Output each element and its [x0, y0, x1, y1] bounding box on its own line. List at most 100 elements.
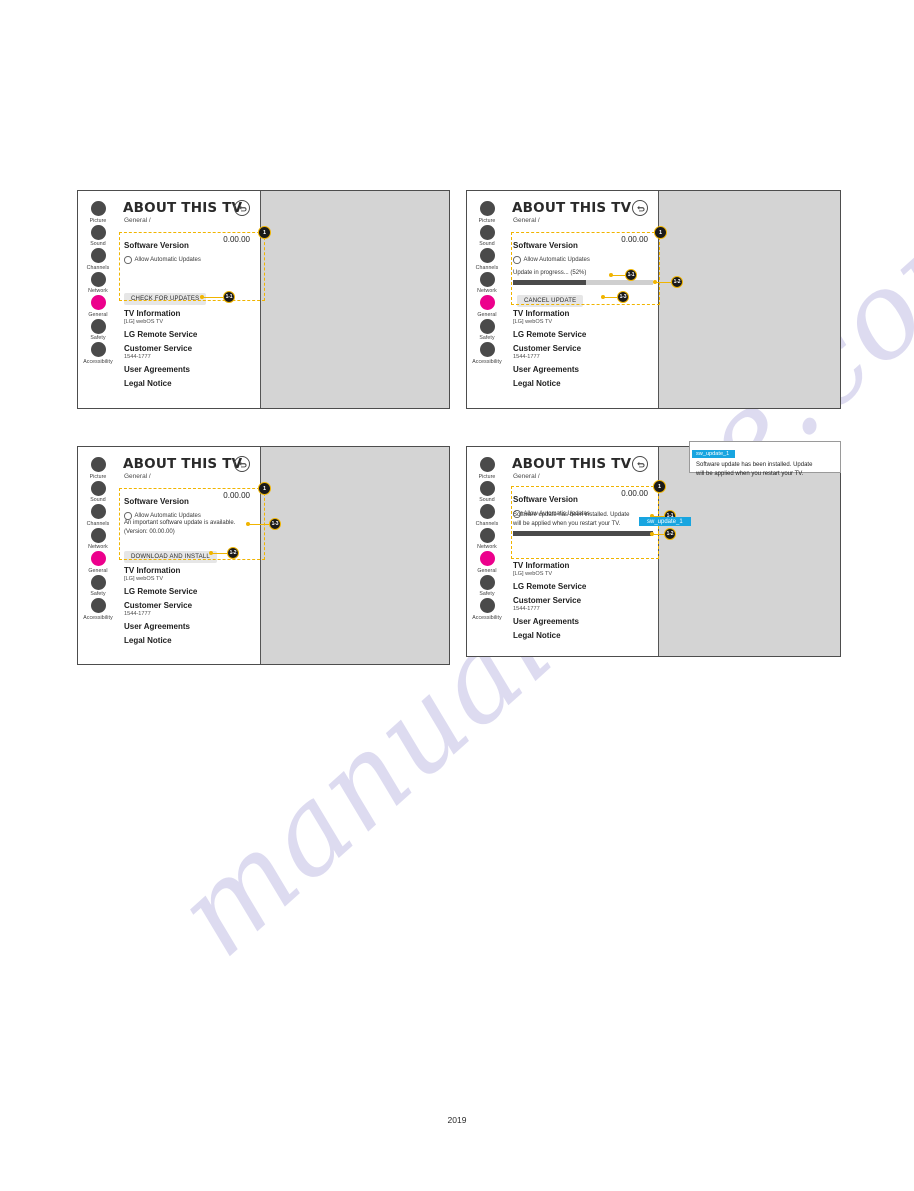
sidebar-item-label: Channels [86, 520, 110, 527]
menu-item-title: Customer Service [513, 596, 582, 605]
accessibility-icon [90, 598, 106, 613]
menu-item-customer-service[interactable]: Customer Service 1544-1777 [513, 596, 654, 613]
menu-item-user-agreements[interactable]: User Agreements [513, 365, 654, 375]
picture-icon [90, 201, 106, 216]
leader-dot [609, 273, 613, 277]
menu-item-lg-remote-service[interactable]: LG Remote Service [513, 582, 654, 592]
sidebar-item-channels[interactable]: Channels [467, 504, 507, 527]
menu-item-legal-notice[interactable]: Legal Notice [513, 631, 654, 641]
about-menu-list: TV Information [LG] webOS TV LG Remote S… [124, 566, 256, 650]
menu-item-title: LG Remote Service [513, 330, 587, 339]
sidebar-item-channels[interactable]: Channels [78, 248, 118, 271]
general-icon [90, 551, 106, 566]
menu-item-legal-notice[interactable]: Legal Notice [513, 379, 654, 389]
sidebar-item-picture[interactable]: Picture [467, 457, 507, 480]
sw-update-tooltip: sw_update_1 Software update has been ins… [689, 441, 841, 477]
sidebar-item-picture[interactable]: Picture [467, 201, 507, 224]
sidebar-item-network[interactable]: Network [467, 271, 507, 294]
allow-auto-updates-row[interactable]: Allow Automatic Updates [124, 256, 256, 264]
leader-dot [653, 280, 657, 284]
menu-item-subtitle: 1544-1777 [124, 611, 151, 617]
menu-item-title: Legal Notice [124, 379, 172, 388]
menu-item-user-agreements[interactable]: User Agreements [513, 617, 654, 627]
menu-item-customer-service[interactable]: Customer Service 1544-1777 [124, 344, 256, 361]
download-and-install-button[interactable]: DOWNLOAD AND INSTALL [124, 551, 217, 563]
accessibility-icon [479, 598, 495, 613]
menu-item-tv-information[interactable]: TV Information [LG] webOS TV [513, 561, 654, 578]
update-installed-note: Software update has been installed. Upda… [513, 511, 629, 528]
sidebar-item-accessibility[interactable]: Accessibility [78, 342, 118, 365]
about-menu-list: TV Information [LG] webOS TV LG Remote S… [124, 309, 256, 393]
software-version-value: 0.00.00 [621, 235, 648, 244]
menu-item-tv-information[interactable]: TV Information [LG] webOS TV [124, 309, 256, 326]
page-title: ABOUT THIS TV [512, 456, 632, 472]
sidebar-item-label: Safety [479, 335, 495, 341]
software-version-row: Software Version 0.00.00 Allow Automatic… [124, 491, 256, 520]
sidebar-item-network[interactable]: Network [78, 271, 118, 294]
sidebar-item-sound[interactable]: Sound [78, 480, 118, 503]
menu-item-legal-notice[interactable]: Legal Notice [124, 379, 256, 389]
sidebar-item-picture[interactable]: Picture [78, 201, 118, 224]
leader-dot [200, 295, 204, 299]
back-arrow-icon[interactable] [632, 456, 648, 472]
sidebar-item-safety[interactable]: Safety [467, 574, 507, 597]
sidebar-item-safety[interactable]: Safety [467, 318, 507, 341]
sidebar-item-sound[interactable]: Sound [467, 480, 507, 503]
sidebar-item-label: Sound [90, 497, 106, 503]
sidebar-item-sound[interactable]: Sound [78, 224, 118, 247]
sidebar-item-channels[interactable]: Channels [78, 504, 118, 527]
sidebar-item-general[interactable]: General [78, 295, 118, 318]
sound-icon [479, 224, 495, 240]
figure-panel-check-for-updates: Picture Sound Channels Network General S… [77, 190, 450, 409]
menu-item-title: TV Information [124, 566, 181, 575]
menu-item-customer-service[interactable]: Customer Service 1544-1777 [513, 344, 654, 361]
leader-dot [650, 532, 654, 536]
sidebar-item-channels[interactable]: Channels [467, 248, 507, 271]
breadcrumb: General / [513, 473, 540, 480]
cancel-update-button[interactable]: CANCEL UPDATE [517, 295, 584, 307]
menu-item-title: User Agreements [124, 365, 190, 374]
menu-item-title: Customer Service [124, 344, 193, 353]
page-footer: 2019 [447, 1115, 467, 1125]
sidebar-item-accessibility[interactable]: Accessibility [467, 598, 507, 621]
menu-item-customer-service[interactable]: Customer Service 1544-1777 [124, 601, 256, 618]
callout-badge-1: 1 [654, 226, 667, 239]
menu-item-lg-remote-service[interactable]: LG Remote Service [124, 330, 256, 340]
sidebar-item-picture[interactable]: Picture [78, 457, 118, 480]
sidebar-item-safety[interactable]: Safety [78, 574, 118, 597]
menu-item-tv-information[interactable]: TV Information [LG] webOS TV [513, 309, 654, 326]
update-progress-bar [513, 531, 653, 536]
menu-item-title: Customer Service [124, 601, 193, 610]
sidebar-item-accessibility[interactable]: Accessibility [78, 598, 118, 621]
menu-item-subtitle: 1544-1777 [513, 606, 540, 612]
allow-auto-updates-row[interactable]: Allow Automatic Updates [513, 256, 654, 264]
check-for-updates-button[interactable]: CHECK FOR UPDATES [124, 293, 207, 305]
back-arrow-icon[interactable] [234, 200, 250, 216]
settings-content: ABOUT THIS TV General / Software Version… [118, 447, 260, 664]
back-arrow-icon[interactable] [234, 456, 250, 472]
software-version-label: Software Version [513, 241, 578, 250]
sidebar-item-accessibility[interactable]: Accessibility [467, 342, 507, 365]
menu-item-lg-remote-service[interactable]: LG Remote Service [124, 587, 256, 597]
sidebar-item-label: Accessibility [472, 614, 502, 621]
sidebar-item-general[interactable]: General [467, 295, 507, 318]
menu-item-subtitle: [LG] webOS TV [124, 576, 164, 582]
leader-dot [209, 551, 213, 555]
settings-sidebar: Picture Sound Channels Network General S… [467, 447, 507, 656]
update-available-note-line-2: (Version: 00.00.00) [124, 528, 175, 535]
sidebar-item-general[interactable]: General [467, 551, 507, 574]
sidebar-item-network[interactable]: Network [78, 527, 118, 550]
menu-item-lg-remote-service[interactable]: LG Remote Service [513, 330, 654, 340]
sidebar-item-network[interactable]: Network [467, 527, 507, 550]
menu-item-legal-notice[interactable]: Legal Notice [124, 636, 256, 646]
sidebar-item-safety[interactable]: Safety [78, 318, 118, 341]
sidebar-item-sound[interactable]: Sound [467, 224, 507, 247]
menu-item-user-agreements[interactable]: User Agreements [124, 365, 256, 375]
menu-item-tv-information[interactable]: TV Information [LG] webOS TV [124, 566, 256, 583]
sidebar-item-general[interactable]: General [78, 551, 118, 574]
menu-item-user-agreements[interactable]: User Agreements [124, 622, 256, 632]
figure-panel-update-available: Picture Sound Channels Network General S… [77, 446, 450, 665]
sidebar-item-label: Sound [90, 241, 106, 247]
page-title: ABOUT THIS TV [512, 200, 632, 216]
back-arrow-icon[interactable] [632, 200, 648, 216]
